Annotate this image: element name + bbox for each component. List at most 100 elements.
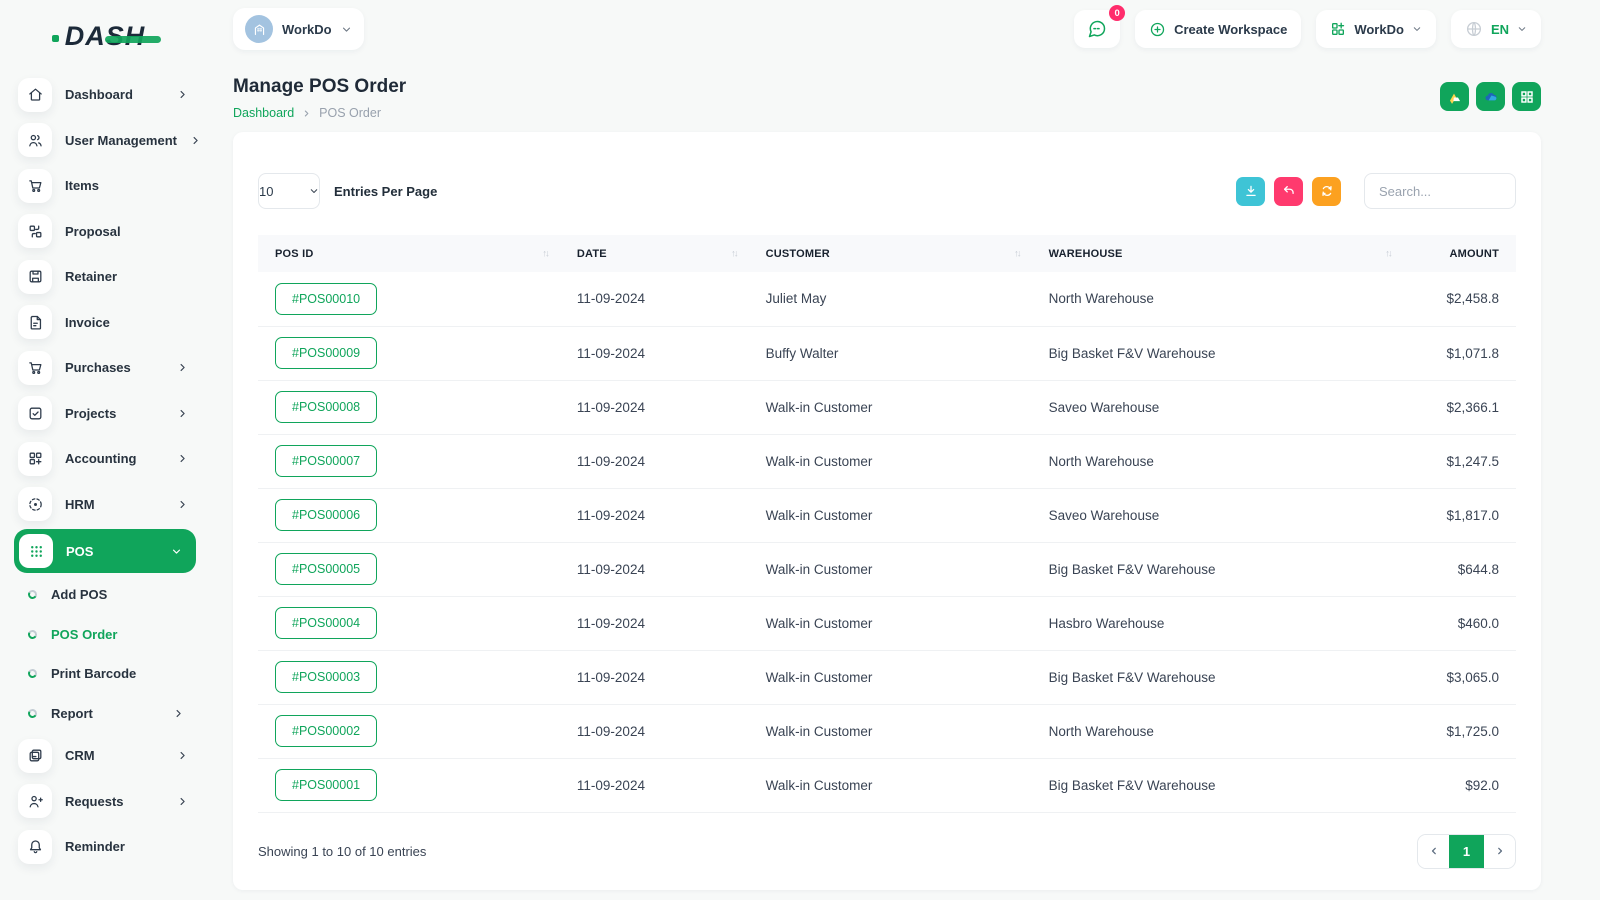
pos-id-button[interactable]: #POS00010 bbox=[275, 282, 378, 315]
column-header-amount[interactable]: AMOUNT bbox=[1402, 235, 1516, 272]
sort-icon: ↑↓ bbox=[542, 248, 549, 259]
chevron-right-icon bbox=[302, 109, 311, 118]
pos-order-card: 10 Entries Per Page POS bbox=[233, 132, 1541, 890]
entries-per-page-select[interactable]: 10 bbox=[258, 173, 320, 209]
column-header-warehouse[interactable]: WAREHOUSE ↑↓ bbox=[1031, 235, 1403, 272]
pagination: 1 bbox=[1417, 833, 1516, 869]
sidebar-item-items[interactable]: Items bbox=[14, 163, 196, 209]
file-text-icon bbox=[18, 305, 52, 340]
order-customer: Walk-in Customer bbox=[748, 380, 1032, 435]
order-customer: Walk-in Customer bbox=[748, 542, 1032, 597]
swap-squares-icon bbox=[18, 214, 52, 249]
sidebar-item-hrm[interactable]: HRM bbox=[14, 482, 196, 528]
order-amount: $1,247.5 bbox=[1402, 434, 1516, 489]
order-date: 11-09-2024 bbox=[559, 596, 749, 651]
grid-small-icon bbox=[1330, 21, 1346, 37]
sidebar-item-proposal[interactable]: Proposal bbox=[14, 209, 196, 255]
order-amount: $2,458.8 bbox=[1402, 272, 1516, 327]
order-date: 11-09-2024 bbox=[559, 326, 749, 381]
sidebar-item-user-management[interactable]: User Management bbox=[14, 118, 198, 164]
order-date: 11-09-2024 bbox=[559, 434, 749, 489]
logo-dot-accent bbox=[51, 34, 59, 42]
apps-grid-button[interactable] bbox=[1512, 82, 1541, 111]
workspace-avatar bbox=[245, 15, 273, 43]
sort-icon: ↑↓ bbox=[731, 248, 738, 259]
create-workspace-button[interactable]: Create Workspace bbox=[1135, 10, 1302, 48]
column-header-customer[interactable]: CUSTOMER ↑↓ bbox=[748, 235, 1032, 272]
order-amount: $1,725.0 bbox=[1402, 704, 1516, 759]
onedrive-button[interactable] bbox=[1476, 82, 1505, 111]
next-page-button[interactable] bbox=[1484, 834, 1515, 868]
home-icon bbox=[18, 77, 52, 112]
order-customer: Buffy Walter bbox=[748, 326, 1032, 381]
breadcrumb-current: POS Order bbox=[319, 106, 381, 120]
sidebar-item-reminder[interactable]: Reminder bbox=[14, 824, 196, 870]
order-date: 11-09-2024 bbox=[559, 272, 749, 327]
app-logo[interactable]: DASH bbox=[51, 21, 162, 52]
apps-grid-icon bbox=[1519, 89, 1535, 105]
order-date: 11-09-2024 bbox=[559, 380, 749, 435]
workspace-switcher[interactable]: WorkDo bbox=[233, 8, 364, 50]
sidebar-item-pos[interactable]: POS bbox=[14, 529, 196, 573]
sidebar-subitem-print-barcode[interactable]: Print Barcode bbox=[14, 654, 196, 694]
pos-id-button[interactable]: #POS00008 bbox=[275, 391, 378, 423]
pos-id-button[interactable]: #POS00009 bbox=[275, 337, 378, 369]
sidebar-item-requests[interactable]: Requests bbox=[14, 779, 196, 825]
chevron-right-icon bbox=[177, 362, 188, 373]
chevron-right-icon bbox=[190, 135, 201, 146]
table-row: #POS00010 11-09-2024 Juliet May North Wa… bbox=[258, 272, 1516, 327]
pos-id-button[interactable]: #POS00004 bbox=[275, 607, 378, 639]
pos-id-button[interactable]: #POS00001 bbox=[275, 769, 378, 801]
table-row: #POS00004 11-09-2024 Walk-in Customer Ha… bbox=[258, 596, 1516, 651]
google-drive-button[interactable] bbox=[1440, 82, 1469, 111]
messages-button[interactable]: 0 bbox=[1074, 5, 1126, 48]
sidebar-subitem-add-pos[interactable]: Add POS bbox=[14, 575, 196, 615]
order-customer: Walk-in Customer bbox=[748, 704, 1032, 759]
main-content: Manage POS Order Dashboard POS Order 10 … bbox=[210, 58, 1600, 900]
chevron-down-icon bbox=[1517, 24, 1527, 34]
order-amount: $2,366.1 bbox=[1402, 380, 1516, 435]
pos-id-button[interactable]: #POS00002 bbox=[275, 715, 378, 747]
onedrive-icon bbox=[1483, 89, 1499, 105]
sidebar-item-purchases[interactable]: Purchases bbox=[14, 345, 196, 391]
pos-id-button[interactable]: #POS00006 bbox=[275, 499, 378, 531]
column-header-pos-id[interactable]: POS ID ↑↓ bbox=[258, 235, 560, 272]
reset-button[interactable] bbox=[1274, 176, 1303, 206]
breadcrumb-dashboard-link[interactable]: Dashboard bbox=[233, 106, 294, 120]
cart-icon bbox=[18, 168, 52, 203]
current-page[interactable]: 1 bbox=[1449, 834, 1484, 868]
workspace-name: WorkDo bbox=[282, 21, 332, 37]
chevron-right-icon bbox=[177, 89, 188, 100]
table-row: #POS00007 11-09-2024 Walk-in Customer No… bbox=[258, 434, 1516, 489]
table-row: #POS00009 11-09-2024 Buffy Walter Big Ba… bbox=[258, 326, 1516, 381]
workdo-menu-button[interactable]: WorkDo bbox=[1316, 10, 1436, 48]
previous-page-button[interactable] bbox=[1418, 834, 1449, 868]
showing-entries-text: Showing 1 to 10 of 10 entries bbox=[258, 843, 427, 859]
sidebar-item-crm[interactable]: CRM bbox=[14, 733, 196, 779]
pos-id-button[interactable]: #POS00007 bbox=[275, 445, 378, 477]
chevron-down-icon bbox=[171, 546, 182, 557]
order-customer: Walk-in Customer bbox=[748, 596, 1032, 651]
search-input[interactable] bbox=[1364, 173, 1516, 209]
sidebar-subitem-pos-order[interactable]: POS Order bbox=[14, 615, 196, 655]
order-warehouse: Big Basket F&V Warehouse bbox=[1031, 650, 1403, 705]
grid-plus-icon bbox=[18, 441, 52, 476]
sidebar-item-projects[interactable]: Projects bbox=[14, 391, 196, 437]
sidebar-item-accounting[interactable]: Accounting bbox=[14, 436, 196, 482]
bullet-icon bbox=[26, 707, 39, 719]
export-button[interactable] bbox=[1236, 176, 1265, 206]
chevron-down-icon bbox=[341, 24, 352, 35]
sidebar-item-retainer[interactable]: Retainer bbox=[14, 254, 196, 300]
language-selector[interactable]: EN bbox=[1450, 10, 1541, 48]
sidebar-item-dashboard[interactable]: Dashboard bbox=[14, 72, 196, 118]
topbar: WorkDo 0 Create Workspace WorkDo EN bbox=[210, 0, 1600, 58]
refresh-button[interactable] bbox=[1312, 176, 1341, 206]
sidebar-item-invoice[interactable]: Invoice bbox=[14, 300, 196, 346]
pos-id-button[interactable]: #POS00003 bbox=[275, 661, 378, 693]
pos-id-button[interactable]: #POS00005 bbox=[275, 553, 378, 585]
column-header-date[interactable]: DATE ↑↓ bbox=[559, 235, 749, 272]
order-date: 11-09-2024 bbox=[559, 758, 749, 813]
save-icon bbox=[18, 259, 52, 294]
chevron-down-icon bbox=[309, 186, 319, 196]
sidebar-subitem-report[interactable]: Report bbox=[14, 694, 196, 734]
